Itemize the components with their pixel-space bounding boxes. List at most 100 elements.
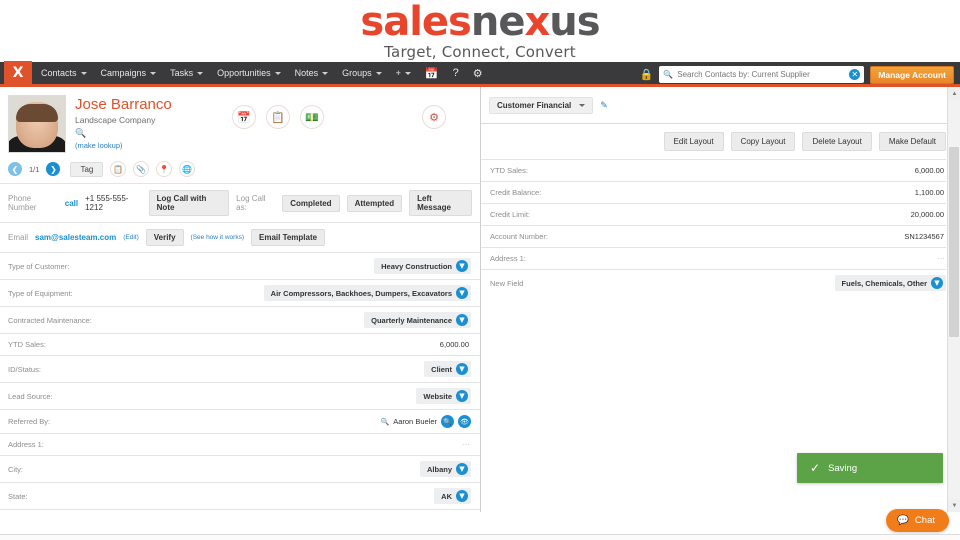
log-call-with-note-button[interactable]: Log Call with Note xyxy=(148,190,230,216)
scroll-up-icon[interactable]: ▲ xyxy=(948,87,960,100)
prev-contact-button[interactable]: ❮ xyxy=(8,162,22,176)
email-template-button[interactable]: Email Template xyxy=(251,229,326,246)
opportunity-icon[interactable]: 💵 xyxy=(300,105,324,129)
log-call-left-message-button[interactable]: Left Message xyxy=(409,190,472,216)
field-dropdown[interactable]: Quarterly Maintenance ▼ xyxy=(364,312,471,328)
nav-item-groups[interactable]: Groups xyxy=(335,61,389,86)
lookup-search-icon[interactable]: 🔍 xyxy=(441,415,454,428)
field-dropdown[interactable]: Client ▼ xyxy=(424,361,471,377)
field-value[interactable]: 6,000.00 xyxy=(915,166,946,175)
field-label: Contracted Maintenance: xyxy=(8,315,92,325)
log-call-completed-button[interactable]: Completed xyxy=(282,194,340,212)
help-icon[interactable]: ? xyxy=(446,61,466,86)
field-label: City: xyxy=(8,464,23,474)
tag-button[interactable]: Tag xyxy=(70,161,104,177)
nav-label-opportunities: Opportunities xyxy=(217,68,271,78)
call-link[interactable]: call xyxy=(65,199,78,208)
toast-text: Saving xyxy=(828,462,858,474)
field-dropdown[interactable]: Website ▼ xyxy=(416,388,471,404)
avatar-hair xyxy=(16,104,58,122)
field-dropdown[interactable]: Heavy Construction ▼ xyxy=(374,258,471,274)
chevron-down-icon[interactable]: ▼ xyxy=(931,277,943,289)
clear-search-icon[interactable]: ✕ xyxy=(849,69,861,80)
scroll-down-icon[interactable]: ▼ xyxy=(948,499,960,512)
see-how-it-works-link[interactable]: (See how it works) xyxy=(191,234,244,241)
copy-layout-button[interactable]: Copy Layout xyxy=(730,132,796,151)
contact-action-icons: 📅 📋 💵 xyxy=(232,105,324,129)
search-input[interactable] xyxy=(677,70,846,79)
duplicate-icon[interactable]: 📋 xyxy=(110,161,127,177)
lock-icon[interactable]: 🔒 xyxy=(640,68,654,81)
nav-item-opportunities[interactable]: Opportunities xyxy=(210,61,288,86)
field-value[interactable]: SN1234567 xyxy=(904,232,946,241)
field-dropdown[interactable]: Fuels, Chemicals, Other ▼ xyxy=(834,275,946,291)
chevron-down-icon[interactable]: ▼ xyxy=(456,314,468,326)
field-value: Air Compressors, Backhoes, Dumpers, Exca… xyxy=(270,288,452,298)
verify-email-button[interactable]: Verify xyxy=(145,229,184,246)
gear-icon[interactable]: ⚙ xyxy=(422,105,446,129)
field-dropdown[interactable]: AK ▼ xyxy=(434,488,471,504)
vertical-scrollbar[interactable]: ▲ ▼ xyxy=(947,87,960,512)
field-value[interactable]: 6,000.00 xyxy=(440,340,471,349)
nav-brand-logo-icon[interactable]: X xyxy=(4,60,32,86)
chevron-down-icon xyxy=(197,71,204,75)
nav-item-campaigns[interactable]: Campaigns xyxy=(94,61,164,86)
chevron-down-icon[interactable]: ▼ xyxy=(456,287,468,299)
field-value[interactable]: 20,000.00 xyxy=(911,210,946,219)
manage-account-button[interactable]: Manage Account xyxy=(870,65,954,84)
next-contact-button[interactable]: ❯ xyxy=(46,162,61,176)
make-default-button[interactable]: Make Default xyxy=(878,132,946,151)
field-lookup[interactable]: 🔍 Aaron Bueler 🔍 👁 xyxy=(381,415,471,428)
edit-layout-button[interactable]: Edit Layout xyxy=(663,132,724,151)
contact-meta: Jose Barranco Landscape Company 🔍 (make … xyxy=(66,95,172,153)
field-row-credit-balance: Credit Balance: 1,100.00 xyxy=(481,181,946,203)
field-row-account-number: Account Number: SN1234567 xyxy=(481,225,946,247)
chevron-down-icon[interactable]: ▼ xyxy=(456,260,468,272)
nav-item-add[interactable]: + xyxy=(389,61,418,86)
chevron-down-icon xyxy=(80,71,87,75)
chat-button[interactable]: 💬 Chat xyxy=(886,509,949,532)
layout-selector[interactable]: Customer Financial xyxy=(489,97,594,114)
attachment-icon[interactable]: 📎 xyxy=(133,161,150,177)
chevron-down-icon[interactable]: ▼ xyxy=(456,390,468,402)
layout-fields: YTD Sales: 6,000.00 Credit Balance: 1,10… xyxy=(481,159,960,296)
empty-value-indicator[interactable]: ⋯ xyxy=(937,254,946,263)
global-search[interactable]: 🔍 ✕ xyxy=(659,66,865,83)
note-icon[interactable]: 📋 xyxy=(266,105,290,129)
field-label: YTD Sales: xyxy=(490,166,528,175)
field-value: Albany xyxy=(426,464,452,474)
chevron-down-icon[interactable]: ▼ xyxy=(456,363,468,375)
contact-name: Jose Barranco xyxy=(75,96,172,113)
chat-label: Chat xyxy=(914,515,935,526)
field-value: Client xyxy=(431,364,452,374)
field-value: Website xyxy=(423,391,452,401)
chevron-down-icon xyxy=(322,71,329,75)
email-address[interactable]: sam@salesteam.com xyxy=(35,233,116,242)
map-pin-icon[interactable]: 📍 xyxy=(156,161,173,177)
empty-value-indicator[interactable]: ⋯ xyxy=(462,440,471,449)
web-icon[interactable]: 🌐 xyxy=(179,161,196,177)
field-dropdown[interactable]: Air Compressors, Backhoes, Dumpers, Exca… xyxy=(263,285,471,301)
field-dropdown[interactable]: Albany ▼ xyxy=(419,461,471,477)
email-edit-link[interactable]: (Edit) xyxy=(123,234,139,241)
calendar-icon[interactable]: 📅 xyxy=(232,105,256,129)
lookup-view-icon[interactable]: 👁 xyxy=(458,415,471,428)
email-row: Email sam@salesteam.com (Edit) Verify (S… xyxy=(0,222,480,252)
chevron-down-icon[interactable]: ▼ xyxy=(456,463,468,475)
search-icon[interactable]: 🔍 xyxy=(75,128,172,139)
delete-layout-button[interactable]: Delete Layout xyxy=(802,132,872,151)
nav-item-notes[interactable]: Notes xyxy=(288,61,336,86)
gear-icon[interactable]: ⚙ xyxy=(466,61,490,86)
chevron-down-icon[interactable]: ▼ xyxy=(456,490,468,502)
nav-item-contacts[interactable]: Contacts xyxy=(34,61,94,86)
pencil-icon[interactable]: ✎ xyxy=(600,100,608,111)
field-value[interactable]: 1,100.00 xyxy=(915,188,946,197)
nav-item-tasks[interactable]: Tasks xyxy=(163,61,210,86)
make-lookup-link[interactable]: (make lookup) xyxy=(75,141,172,150)
chevron-down-icon xyxy=(150,71,157,75)
log-call-attempted-button[interactable]: Attempted xyxy=(346,194,403,212)
scrollbar-thumb[interactable] xyxy=(949,147,959,337)
phone-row: Phone Number call +1 555-555-1212 Log Ca… xyxy=(0,183,480,222)
navbar-right-group: 🔒 🔍 ✕ Manage Account xyxy=(640,62,954,87)
calendar-icon[interactable]: 📅 xyxy=(418,61,446,86)
